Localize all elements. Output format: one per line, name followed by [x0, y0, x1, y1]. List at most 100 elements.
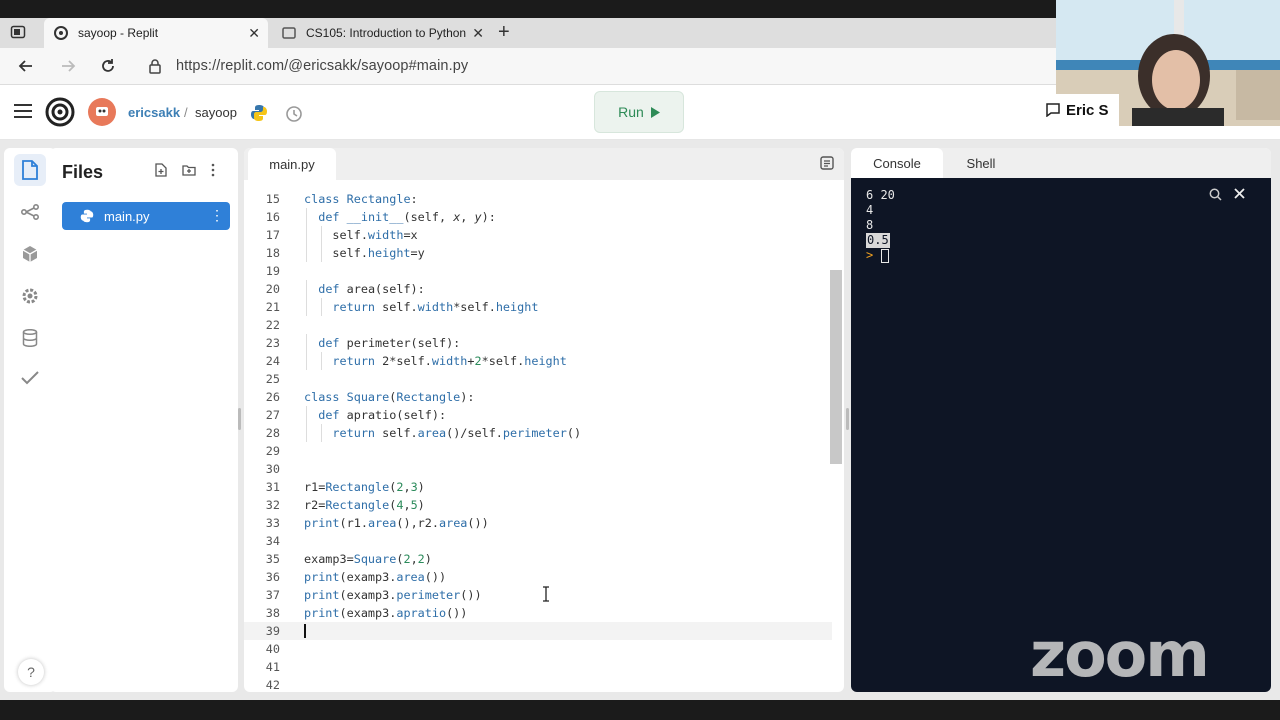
- code-line[interactable]: 22: [244, 316, 832, 334]
- panel-resize-handle[interactable]: [238, 408, 241, 430]
- code-line[interactable]: 37 print(examp3.perimeter()): [244, 586, 832, 604]
- code-line[interactable]: 20 def area(self):: [244, 280, 832, 298]
- code-line[interactable]: 29: [244, 442, 832, 460]
- breadcrumb-repl-name[interactable]: sayoop: [195, 105, 237, 120]
- help-icon[interactable]: ?: [18, 659, 44, 685]
- code-line[interactable]: 23 def perimeter(self):: [244, 334, 832, 352]
- line-number: 39: [265, 624, 280, 638]
- code-line[interactable]: 41: [244, 658, 832, 676]
- file-name: main.py: [104, 208, 150, 224]
- code-text: r1=Rectangle(2,3): [304, 480, 425, 494]
- line-number: 36: [265, 570, 280, 584]
- code-text: return 2*self.width+2*self.height: [332, 354, 567, 368]
- line-number: 37: [265, 588, 280, 602]
- database-icon[interactable]: [14, 322, 46, 354]
- line-number: 17: [265, 228, 280, 242]
- code-line[interactable]: 17 self.width=x: [244, 226, 832, 244]
- code-line[interactable]: 28 return self.area()/self.perimeter(): [244, 424, 832, 442]
- files-panel-title: Files: [62, 162, 104, 182]
- code-text: examp3=Square(2,2): [304, 552, 432, 566]
- reload-icon[interactable]: [98, 56, 118, 76]
- code-line[interactable]: 24 return 2*self.width+2*self.height: [244, 352, 832, 370]
- console-output[interactable]: 6 20 4 8 0.5 >: [851, 178, 1271, 692]
- search-icon[interactable]: [1209, 188, 1222, 201]
- more-options-icon[interactable]: [210, 163, 216, 177]
- indent-guide: [306, 280, 307, 316]
- code-line[interactable]: 39: [244, 622, 832, 640]
- zoom-watermark: zoom: [1030, 618, 1210, 691]
- indent-guide: [306, 208, 307, 262]
- console-prompt: >: [866, 248, 874, 262]
- close-tab-icon[interactable]: ✕: [248, 25, 260, 42]
- back-arrow-icon[interactable]: [16, 56, 36, 76]
- code-line[interactable]: 31 r1=Rectangle(2,3): [244, 478, 832, 496]
- code-line[interactable]: 19: [244, 262, 832, 280]
- code-line[interactable]: 33 print(r1.area(),r2.area()): [244, 514, 832, 532]
- settings-gear-icon[interactable]: [14, 280, 46, 312]
- editor-scrollbar[interactable]: [830, 270, 842, 464]
- avatar[interactable]: [88, 98, 116, 126]
- forward-arrow-icon[interactable]: [58, 56, 78, 76]
- code-line[interactable]: 38 print(examp3.apratio()): [244, 604, 832, 622]
- code-text: print(r1.area(),r2.area()): [304, 516, 489, 530]
- file-options-icon[interactable]: ⋮: [210, 207, 224, 224]
- packages-icon[interactable]: [14, 238, 46, 270]
- code-line[interactable]: 34: [244, 532, 832, 550]
- code-line[interactable]: 35 examp3=Square(2,2): [244, 550, 832, 568]
- code-area[interactable]: 15 class Rectangle: 16 def __init__(self, …: [244, 182, 832, 692]
- tab-shell[interactable]: Shell: [935, 148, 1027, 178]
- editor-layout-icon[interactable]: [820, 156, 834, 175]
- files-panel: Files main.py ⋮: [50, 148, 238, 692]
- tab-main-py[interactable]: main.py: [248, 148, 336, 180]
- new-folder-icon[interactable]: [182, 163, 196, 177]
- tab-actions-icon[interactable]: [10, 24, 32, 44]
- code-line[interactable]: 32 r2=Rectangle(4,5): [244, 496, 832, 514]
- code-text: print(examp3.perimeter()): [304, 588, 482, 602]
- line-number: 15: [265, 192, 280, 206]
- menu-icon[interactable]: [14, 104, 32, 123]
- code-text: print(examp3.apratio()): [304, 606, 468, 620]
- code-text: def area(self):: [318, 282, 425, 296]
- tab-console[interactable]: Console: [851, 148, 943, 178]
- line-number: 31: [265, 480, 280, 494]
- lock-icon[interactable]: [148, 58, 162, 79]
- history-icon[interactable]: [284, 104, 304, 129]
- browser-tab-cs105[interactable]: CS105: Introduction to Python, T ✕: [272, 18, 492, 48]
- breadcrumb-separator: /: [184, 105, 188, 120]
- replit-logo-icon[interactable]: [45, 97, 75, 132]
- line-number: 27: [265, 408, 280, 422]
- close-tab-icon[interactable]: ✕: [472, 25, 484, 42]
- code-line[interactable]: 26 class Square(Rectangle):: [244, 388, 832, 406]
- course-favicon-icon: [282, 27, 296, 39]
- code-line[interactable]: 42: [244, 676, 832, 692]
- clear-console-icon[interactable]: [1234, 188, 1245, 199]
- browser-tab-title: sayoop - Replit: [78, 26, 159, 40]
- code-line[interactable]: 21 return self.width*self.height: [244, 298, 832, 316]
- unit-tests-check-icon[interactable]: [14, 362, 46, 394]
- code-line[interactable]: 40: [244, 640, 832, 658]
- file-item-main-py[interactable]: main.py ⋮: [62, 202, 230, 230]
- url-field[interactable]: https://replit.com/@ericsakk/sayoop#main…: [176, 58, 468, 74]
- chat-bubble-icon: [1046, 103, 1060, 117]
- code-text: self.height=y: [304, 246, 425, 260]
- new-file-icon[interactable]: [154, 163, 168, 177]
- code-line[interactable]: 18 self.height=y: [244, 244, 832, 262]
- code-line[interactable]: 16 def __init__(self, x, y):: [244, 208, 832, 226]
- breadcrumb-user-link[interactable]: ericsakk: [128, 105, 180, 120]
- run-button[interactable]: Run: [594, 91, 684, 133]
- panel-resize-handle[interactable]: [846, 408, 849, 430]
- browser-tab-replit[interactable]: sayoop - Replit ✕: [44, 18, 268, 48]
- line-number: 21: [265, 300, 280, 314]
- new-tab-button[interactable]: +: [498, 21, 510, 44]
- browser-tab-title: CS105: Introduction to Python, T: [306, 26, 466, 40]
- code-line[interactable]: 25: [244, 370, 832, 388]
- code-line[interactable]: 30: [244, 460, 832, 478]
- python-file-icon: [80, 209, 94, 223]
- code-text: def apratio(self):: [318, 408, 447, 422]
- indent-guide: [321, 352, 322, 370]
- code-line[interactable]: 15 class Rectangle:: [244, 190, 832, 208]
- version-control-icon[interactable]: [14, 196, 46, 228]
- code-line[interactable]: 36 print(examp3.area()): [244, 568, 832, 586]
- code-line[interactable]: 27 def apratio(self):: [244, 406, 832, 424]
- files-tool-icon[interactable]: [14, 154, 46, 186]
